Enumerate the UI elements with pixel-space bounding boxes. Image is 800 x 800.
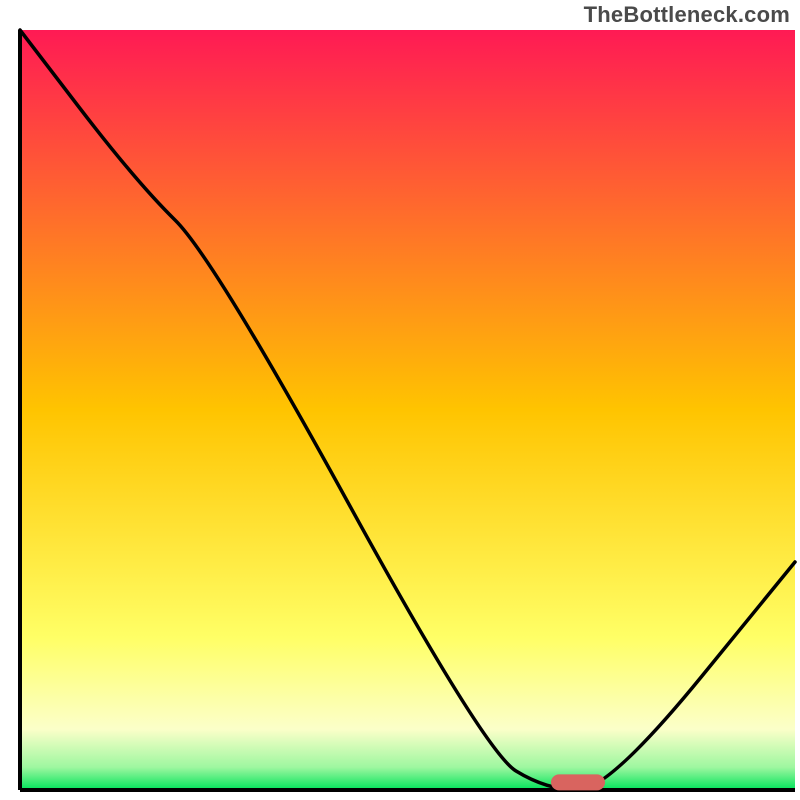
watermark-text: TheBottleneck.com <box>584 2 790 28</box>
chart-container: TheBottleneck.com <box>0 0 800 800</box>
plot-background <box>20 30 795 790</box>
chart-svg <box>0 0 800 800</box>
optimal-marker <box>551 774 605 790</box>
